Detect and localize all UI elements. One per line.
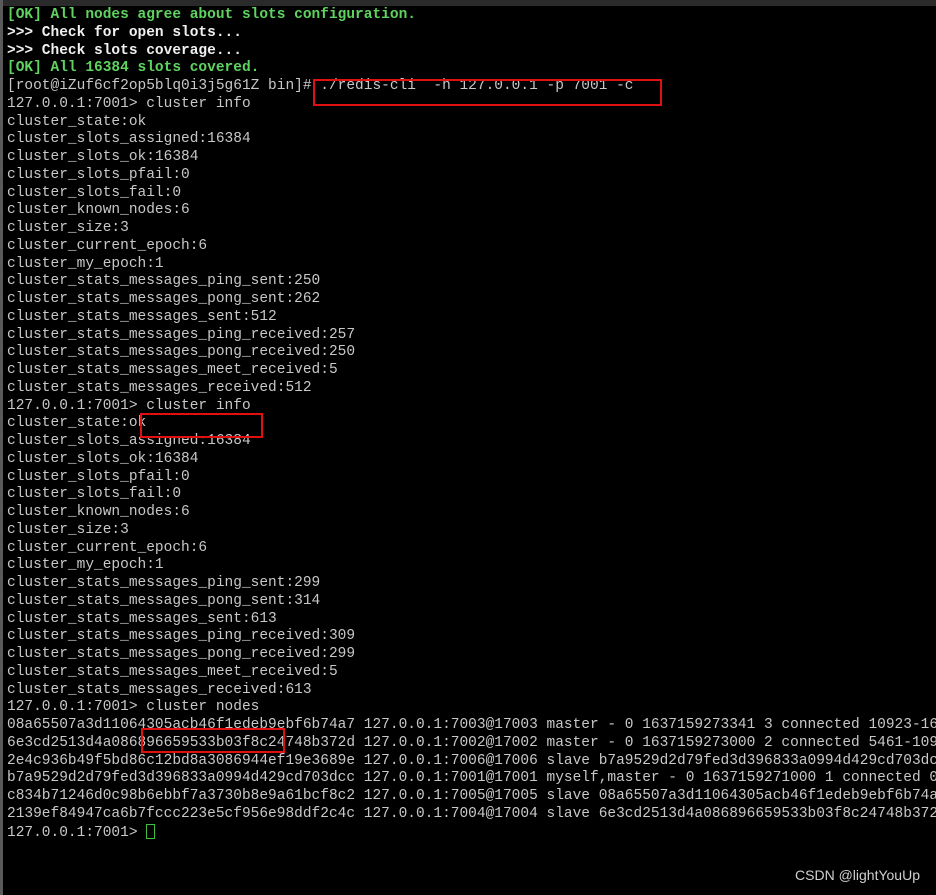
terminal-line: cluster_stats_messages_sent:613 xyxy=(7,610,277,627)
terminal-line: cluster_stats_messages_ping_received:309 xyxy=(7,628,356,645)
terminal-line: cluster_known_nodes:6 xyxy=(7,202,190,219)
terminal-line: cluster_slots_ok:16384 xyxy=(7,149,199,165)
terminal-line: cluster_size:3 xyxy=(7,521,129,538)
terminal-line: cluster_slots_assigned:16384 xyxy=(7,131,251,148)
terminal-line: cluster_slots_pfail:0 xyxy=(7,166,190,183)
terminal-line: cluster_stats_messages_sent:512 xyxy=(7,308,277,325)
terminal-line: cluster_my_epoch:1 xyxy=(7,557,164,574)
terminal-line: cluster_current_epoch:6 xyxy=(7,539,208,556)
terminal-line: cluster_stats_messages_pong_received:250 xyxy=(7,344,356,361)
terminal-line: 2e4c936b49f5bd86c12bd8a3086944ef19e3689e… xyxy=(7,752,936,769)
terminal-line: b7a9529d2d79fed3d396833a0994d429cd703dcc… xyxy=(7,770,936,787)
terminal-line: cluster_stats_messages_ping_received:257 xyxy=(7,326,356,343)
terminal-line: 127.0.0.1:7001> cluster nodes xyxy=(7,699,260,716)
terminal-line: cluster_stats_messages_meet_received:5 xyxy=(7,663,338,680)
terminal-line: cluster_stats_messages_meet_received:5 xyxy=(7,362,338,378)
watermark: CSDN @lightYouUp xyxy=(795,867,920,883)
terminal-line: 2139ef84947ca6b7fccc223e5cf956e98ddf2c4c… xyxy=(7,805,936,822)
terminal-line: cluster_current_epoch:6 xyxy=(7,237,208,254)
terminal-line: cluster_size:3 xyxy=(7,220,129,236)
terminal-line: cluster_state:ok xyxy=(7,113,147,130)
terminal-line: cluster_stats_messages_ping_sent:299 xyxy=(7,575,321,591)
terminal-line: cluster_slots_ok:16384 xyxy=(7,450,199,467)
highlight-cluster-nodes-command xyxy=(141,728,285,753)
window-top-strip xyxy=(0,0,936,6)
cursor-icon xyxy=(146,823,156,839)
terminal-line: cluster_slots_pfail:0 xyxy=(7,468,190,485)
terminal-line: cluster_stats_messages_ping_sent:250 xyxy=(7,273,321,290)
terminal-line: >>> Check slots coverage... xyxy=(7,42,242,59)
terminal-line: cluster_stats_messages_received:512 xyxy=(7,379,312,396)
terminal-line: cluster_stats_messages_received:613 xyxy=(7,681,312,698)
terminal-line: c834b71246d0c98b6ebbf7a3730b8e9a61bcf8c2… xyxy=(7,788,936,804)
highlight-redis-cli-command xyxy=(313,79,662,106)
terminal-line: >>> Check for open slots... xyxy=(7,24,242,41)
terminal-line: cluster_stats_messages_pong_received:299 xyxy=(7,646,356,662)
terminal-line: [OK] All 16384 slots covered. xyxy=(7,60,260,77)
terminal-line: cluster_known_nodes:6 xyxy=(7,504,190,520)
terminal-line: [OK] All nodes agree about slots configu… xyxy=(7,7,416,23)
terminal-prompt-line[interactable]: 127.0.0.1:7001> xyxy=(7,823,936,842)
prompt-text: 127.0.0.1:7001> xyxy=(7,824,147,841)
terminal-line: cluster_slots_fail:0 xyxy=(7,184,182,201)
terminal-line: cluster_my_epoch:1 xyxy=(7,255,164,272)
window-left-border xyxy=(0,0,3,895)
terminal-line: cluster_stats_messages_pong_sent:314 xyxy=(7,592,321,609)
highlight-cluster-info-command xyxy=(140,413,263,438)
terminal-line: cluster_slots_fail:0 xyxy=(7,486,182,503)
terminal-line: cluster_stats_messages_pong_sent:262 xyxy=(7,291,321,307)
